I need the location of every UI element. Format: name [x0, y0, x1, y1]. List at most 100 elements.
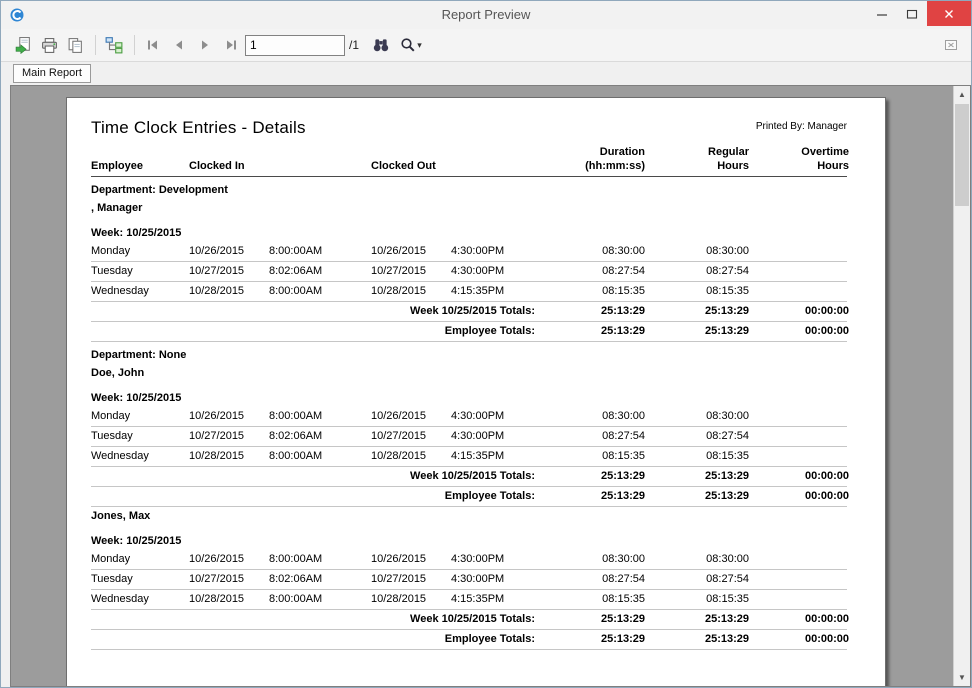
overtime-header-line1: Overtime — [801, 145, 849, 159]
next-page-button[interactable] — [193, 33, 217, 57]
cell-out-date: 10/27/2015 — [371, 427, 451, 446]
week-totals-row: Week 10/25/2015 Totals:25:13:2925:13:290… — [91, 302, 847, 322]
employee-name: Doe, John — [91, 364, 849, 382]
cell-regular-total: 25:13:29 — [645, 610, 749, 629]
print-button[interactable] — [37, 33, 61, 57]
minimize-button[interactable] — [867, 1, 897, 26]
maximize-button[interactable] — [897, 1, 927, 26]
close-icon — [941, 6, 957, 22]
cell-duration-total: 25:13:29 — [541, 487, 645, 506]
report-header-row: Employee Clocked In Clocked Out Duration… — [91, 145, 847, 177]
scrollbar-thumb[interactable] — [955, 104, 969, 206]
minimize-icon — [874, 6, 890, 22]
cell-in-date: 10/27/2015 — [189, 570, 269, 589]
cell-day: Tuesday — [91, 570, 189, 589]
totals-label: Week 10/25/2015 Totals: — [91, 610, 541, 629]
employee-totals-row: Employee Totals:25:13:2925:13:2900:00:00 — [91, 487, 847, 507]
cell-duration: 08:27:54 — [541, 427, 645, 446]
close-button[interactable] — [927, 1, 971, 26]
cell-duration: 08:30:00 — [541, 242, 645, 261]
cell-regular: 08:27:54 — [645, 570, 749, 589]
cell-overtime — [749, 407, 849, 426]
cell-in-time: 8:00:00AM — [269, 282, 371, 301]
titlebar: Report Preview — [1, 1, 971, 29]
scroll-up-button[interactable]: ▲ — [954, 86, 970, 103]
cell-duration: 08:15:35 — [541, 447, 645, 466]
employee-name: , Manager — [91, 199, 849, 217]
time-entry-row: Wednesday10/28/20158:00:00AM10/28/20154:… — [91, 590, 847, 610]
cell-duration: 08:15:35 — [541, 590, 645, 609]
employee-totals-row: Employee Totals:25:13:2925:13:2900:00:00 — [91, 630, 847, 650]
cell-in-date: 10/26/2015 — [189, 407, 269, 426]
export-button[interactable] — [11, 33, 35, 57]
window-title: Report Preview — [1, 1, 971, 29]
cell-day: Monday — [91, 242, 189, 261]
week-label-row: Week: 10/25/2015 — [91, 389, 847, 407]
cell-in-time: 8:00:00AM — [269, 590, 371, 609]
cell-out-date: 10/26/2015 — [371, 242, 451, 261]
last-page-button[interactable] — [219, 33, 243, 57]
close-view-icon — [943, 37, 959, 53]
time-entry-row: Tuesday10/27/20158:02:06AM10/27/20154:30… — [91, 427, 847, 447]
scroll-down-button[interactable]: ▼ — [954, 669, 970, 686]
regular-header-line2: Hours — [717, 159, 749, 173]
cell-overtime — [749, 550, 849, 569]
cell-out-time: 4:30:00PM — [451, 550, 541, 569]
cell-overtime-total: 00:00:00 — [749, 467, 849, 486]
previous-page-button[interactable] — [167, 33, 191, 57]
cell-in-date: 10/26/2015 — [189, 550, 269, 569]
employee-name-row: Doe, John — [91, 364, 847, 382]
totals-label: Employee Totals: — [91, 322, 541, 341]
printed-by-label: Printed By: Manager — [756, 121, 847, 132]
maximize-icon — [904, 6, 920, 22]
vertical-scrollbar[interactable]: ▲ ▼ — [953, 86, 970, 686]
report-preview-window: Report Preview — [0, 0, 972, 688]
employee-name-row: , Manager — [91, 199, 847, 217]
close-view-button[interactable] — [939, 33, 963, 57]
cell-in-time: 8:00:00AM — [269, 242, 371, 261]
cell-overtime-total: 00:00:00 — [749, 610, 849, 629]
cell-overtime-total: 00:00:00 — [749, 322, 849, 341]
time-entry-row: Monday10/26/20158:00:00AM10/26/20154:30:… — [91, 242, 847, 262]
group-tree-icon — [105, 36, 123, 54]
cell-regular-total: 25:13:29 — [645, 302, 749, 321]
week-totals-row: Week 10/25/2015 Totals:25:13:2925:13:290… — [91, 610, 847, 630]
cell-duration-total: 25:13:29 — [541, 630, 645, 649]
zoom-button[interactable]: ▾ — [395, 33, 427, 57]
cell-in-date: 10/28/2015 — [189, 447, 269, 466]
cell-out-date: 10/28/2015 — [371, 447, 451, 466]
cell-out-time: 4:15:35PM — [451, 282, 541, 301]
find-button[interactable] — [369, 33, 393, 57]
department-row: Department: Development — [91, 181, 847, 199]
week-label-row: Week: 10/25/2015 — [91, 224, 847, 242]
cell-out-date: 10/27/2015 — [371, 570, 451, 589]
toolbar-separator — [95, 35, 96, 55]
time-entry-row: Tuesday10/27/20158:02:06AM10/27/20154:30… — [91, 262, 847, 282]
cell-overtime-total: 00:00:00 — [749, 487, 849, 506]
cell-in-time: 8:02:06AM — [269, 427, 371, 446]
tab-main-report[interactable]: Main Report — [13, 64, 91, 83]
cell-duration: 08:30:00 — [541, 407, 645, 426]
cell-duration-total: 25:13:29 — [541, 467, 645, 486]
cell-in-date: 10/27/2015 — [189, 427, 269, 446]
first-page-button[interactable] — [141, 33, 165, 57]
week-label: Week: 10/25/2015 — [91, 532, 849, 550]
copy-icon — [67, 37, 84, 54]
cell-duration: 08:27:54 — [541, 262, 645, 281]
cell-day: Tuesday — [91, 262, 189, 281]
col-header-overtime-hours: Overtime Hours — [749, 145, 849, 173]
time-entry-row: Monday10/26/20158:00:00AM10/26/20154:30:… — [91, 550, 847, 570]
cell-regular: 08:27:54 — [645, 427, 749, 446]
group-tree-toggle-button[interactable] — [102, 33, 126, 57]
tab-strip: Main Report — [1, 62, 971, 85]
cell-out-date: 10/28/2015 — [371, 590, 451, 609]
cell-out-time: 4:30:00PM — [451, 262, 541, 281]
cell-overtime — [749, 447, 849, 466]
cell-out-time: 4:15:35PM — [451, 590, 541, 609]
cell-regular: 08:15:35 — [645, 282, 749, 301]
cell-in-date: 10/28/2015 — [189, 282, 269, 301]
time-entry-row: Wednesday10/28/20158:00:00AM10/28/20154:… — [91, 282, 847, 302]
cell-day: Tuesday — [91, 427, 189, 446]
copy-button[interactable] — [63, 33, 87, 57]
page-number-input[interactable] — [245, 35, 345, 56]
